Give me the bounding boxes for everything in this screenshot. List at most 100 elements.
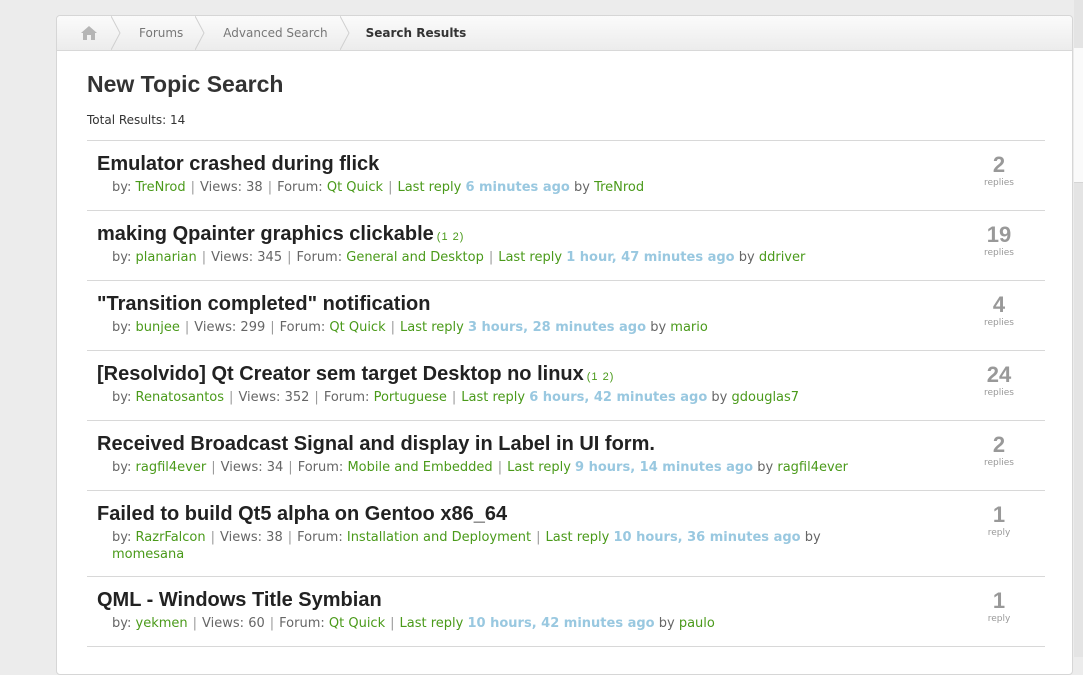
by-label: by: — [112, 320, 132, 335]
breadcrumb-advanced-search[interactable]: Advanced Search — [205, 16, 350, 50]
last-reply-link[interactable]: Last reply — [400, 320, 464, 335]
reply-count: 2 replies — [969, 153, 1029, 189]
author-link[interactable]: TreNrod — [136, 180, 186, 195]
topic-title-link[interactable]: Received Broadcast Signal and display in… — [97, 433, 655, 455]
last-poster-link[interactable]: mario — [670, 320, 708, 335]
forum-link[interactable]: Portuguese — [374, 390, 447, 405]
last-reply-link[interactable]: Last reply — [400, 616, 464, 631]
topic-page-link[interactable]: 2 — [603, 371, 610, 383]
views-value: 345 — [257, 250, 283, 265]
views-label: Views: — [202, 616, 245, 631]
meta-separator: | — [287, 530, 293, 545]
last-reply-time[interactable]: 6 minutes ago — [465, 180, 569, 195]
topic-title: making Qpainter graphics clickable (1 2) — [97, 223, 464, 246]
topic-page-link[interactable]: 1 — [441, 231, 448, 243]
last-reply-time[interactable]: 9 hours, 14 minutes ago — [575, 460, 753, 475]
views-label: Views: — [200, 180, 243, 195]
last-reply-time[interactable]: 10 hours, 42 minutes ago — [467, 616, 654, 631]
last-poster-link[interactable]: ddriver — [759, 250, 806, 265]
reply-count-label: replies — [984, 248, 1014, 258]
main-panel: Forums Advanced Search Search Results Ne… — [56, 15, 1073, 675]
reply-count: 19 replies — [969, 222, 1029, 259]
author-link[interactable]: yekmen — [136, 616, 188, 631]
last-by-label: by — [658, 616, 675, 631]
last-poster-link[interactable]: ragfil4ever — [777, 460, 848, 475]
topic-title-link[interactable]: [Resolvido] Qt Creator sem target Deskto… — [97, 363, 584, 385]
reply-count-value: 1 — [992, 588, 1006, 613]
last-by-label: by — [650, 320, 667, 335]
meta-separator: | — [267, 180, 273, 195]
last-poster-link[interactable]: gdouglas7 — [732, 390, 800, 405]
topic-row: Failed to build Qt5 alpha on Gentoo x86_… — [87, 491, 1045, 577]
forum-link[interactable]: General and Desktop — [346, 250, 484, 265]
reply-count-value: 24 — [986, 362, 1012, 387]
reply-count: 4 replies — [969, 293, 1029, 329]
home-icon — [81, 26, 97, 40]
reply-count: 2 replies — [969, 433, 1029, 469]
last-by-label: by — [804, 530, 821, 545]
last-reply-time[interactable]: 1 hour, 47 minutes ago — [566, 250, 734, 265]
forum-link[interactable]: Mobile and Embedded — [347, 460, 492, 475]
last-reply-time[interactable]: 6 hours, 42 minutes ago — [529, 390, 707, 405]
last-reply-time[interactable]: 3 hours, 28 minutes ago — [468, 320, 646, 335]
views-label: Views: — [220, 530, 263, 545]
meta-separator: | — [314, 390, 319, 405]
meta-separator: | — [201, 250, 207, 265]
breadcrumb-current-label: Search Results — [365, 26, 467, 40]
breadcrumb: Forums Advanced Search Search Results — [57, 16, 1072, 51]
side-panel-edge — [1074, 48, 1083, 183]
breadcrumb-separator — [195, 16, 205, 50]
topic-row: [Resolvido] Qt Creator sem target Deskto… — [87, 351, 1045, 421]
last-poster-link[interactable]: paulo — [679, 616, 715, 631]
author-link[interactable]: RazrFalcon — [136, 530, 206, 545]
forum-link[interactable]: Qt Quick — [329, 320, 385, 335]
last-reply-link[interactable]: Last reply — [461, 390, 525, 405]
forum-link[interactable]: Installation and Deployment — [347, 530, 531, 545]
breadcrumb-advanced-search-label[interactable]: Advanced Search — [223, 26, 327, 40]
breadcrumb-forums-label[interactable]: Forums — [139, 26, 183, 40]
topic-row: QML - Windows Title Symbian by: yekmen | Vi… — [87, 577, 1045, 647]
forum-label: Forum: — [296, 250, 343, 265]
topic-meta: by: ragfil4ever | Views: 34 | Forum: Mobile … — [112, 459, 852, 476]
forum-link[interactable]: Qt Quick — [327, 180, 383, 195]
topic-page-link[interactable]: 2 — [453, 231, 460, 243]
forum-link[interactable]: Qt Quick — [329, 616, 385, 631]
last-by-label: by — [573, 180, 590, 195]
meta-separator: | — [390, 616, 395, 631]
last-reply-link[interactable]: Last reply — [397, 180, 461, 195]
views-value: 60 — [248, 616, 265, 631]
topic-title-link[interactable]: "Transition completed" notification — [97, 293, 430, 315]
meta-separator: | — [451, 390, 457, 405]
last-poster-link[interactable]: momesana — [112, 547, 184, 562]
topic-page-link[interactable]: 1 — [591, 371, 598, 383]
views-label: Views: — [194, 320, 237, 335]
last-reply-link[interactable]: Last reply — [507, 460, 571, 475]
author-link[interactable]: bunjee — [136, 320, 180, 335]
topic-title-link[interactable]: QML - Windows Title Symbian — [97, 589, 382, 611]
topic-list: Emulator crashed during flick by: TreNrod… — [87, 140, 1045, 647]
breadcrumb-forums[interactable]: Forums — [121, 16, 205, 50]
last-reply-link[interactable]: Last reply — [546, 530, 610, 545]
topic-title-link[interactable]: making Qpainter graphics clickable — [97, 223, 434, 245]
topic-title-link[interactable]: Emulator crashed during flick — [97, 153, 379, 175]
reply-count-label: replies — [984, 458, 1014, 468]
forum-label: Forum: — [279, 320, 326, 335]
topic-row: "Transition completed" notification by: b… — [87, 281, 1045, 351]
topic-meta: by: yekmen | Views: 60 | Forum: Qt Quick | Las… — [112, 615, 852, 632]
last-reply-link[interactable]: Last reply — [498, 250, 562, 265]
author-link[interactable]: ragfil4ever — [136, 460, 207, 475]
last-poster-link[interactable]: TreNrod — [594, 180, 644, 195]
meta-separator: | — [192, 616, 198, 631]
last-reply-time[interactable]: 10 hours, 36 minutes ago — [613, 530, 800, 545]
by-label: by: — [112, 460, 132, 475]
topic-row: Received Broadcast Signal and display in… — [87, 421, 1045, 491]
author-link[interactable]: planarian — [136, 250, 197, 265]
meta-separator: | — [229, 390, 234, 405]
breadcrumb-home[interactable] — [57, 16, 121, 50]
reply-count-value: 19 — [986, 222, 1012, 247]
views-value: 352 — [284, 390, 310, 405]
topic-title-link[interactable]: Failed to build Qt5 alpha on Gentoo x86_… — [97, 503, 507, 525]
author-link[interactable]: Renatosantos — [136, 390, 225, 405]
reply-count: 24 replies — [969, 362, 1029, 399]
breadcrumb-separator — [111, 16, 121, 50]
